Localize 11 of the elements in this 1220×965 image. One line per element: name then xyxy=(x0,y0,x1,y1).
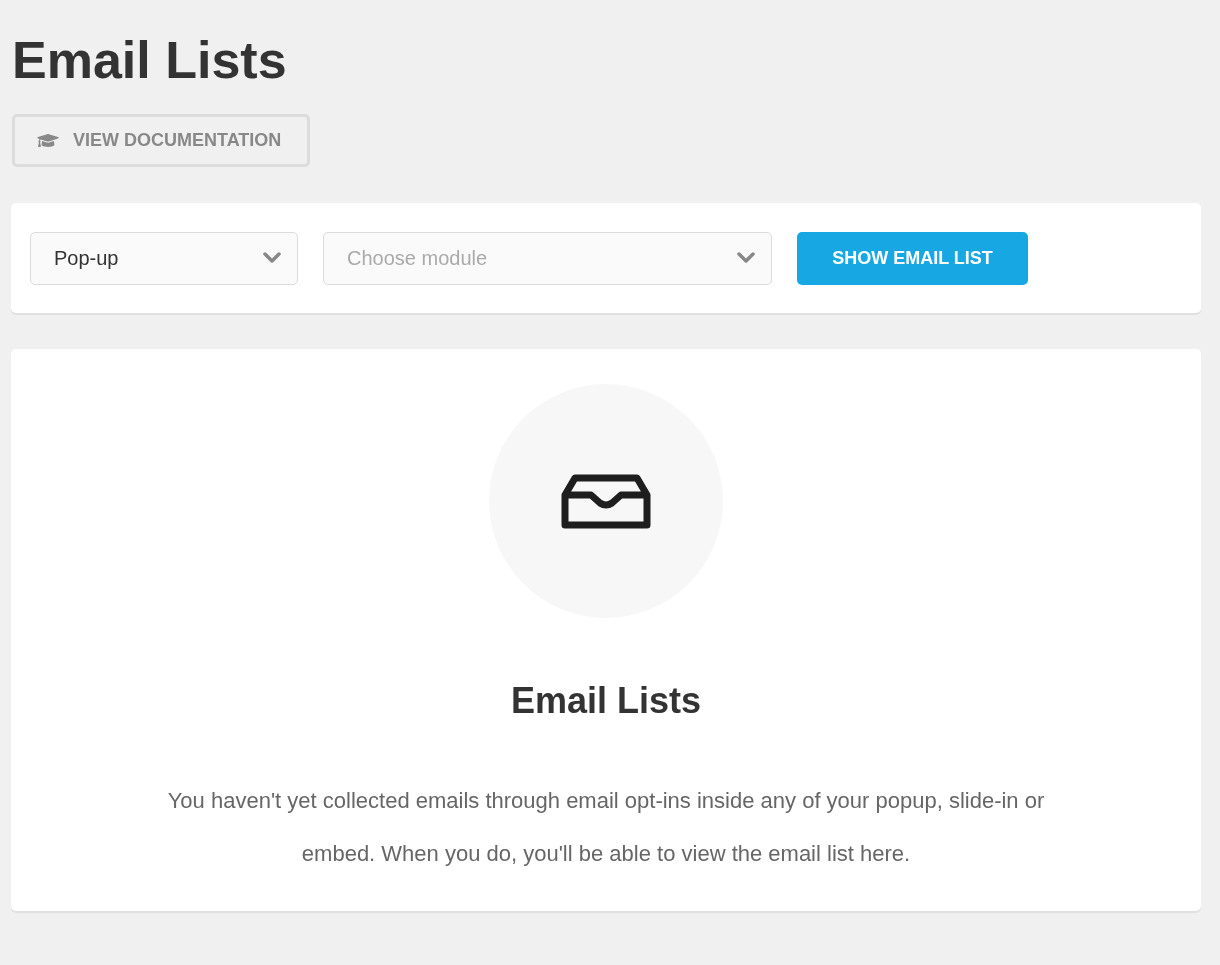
graduation-cap-icon xyxy=(37,132,59,149)
empty-state-title: Email Lists xyxy=(510,679,702,723)
inbox-icon xyxy=(561,473,651,529)
module-type-dropdown[interactable]: Pop-up xyxy=(30,231,298,285)
empty-state-message: You haven't yet collected emails through email opt-ins inside any of your popup, slide-in or embed. When you do, you'll be able to view the email list here. xyxy=(166,787,1046,868)
view-documentation-button[interactable]: VIEW DOCUMENTATION xyxy=(12,114,311,167)
show-email-list-button[interactable]: SHOW EMAIL LIST xyxy=(797,231,1028,285)
chevron-down-icon xyxy=(737,252,755,264)
chevron-down-icon xyxy=(263,252,281,264)
module-dropdown[interactable]: Choose module xyxy=(323,231,772,285)
page-title: Email Lists xyxy=(12,30,288,91)
